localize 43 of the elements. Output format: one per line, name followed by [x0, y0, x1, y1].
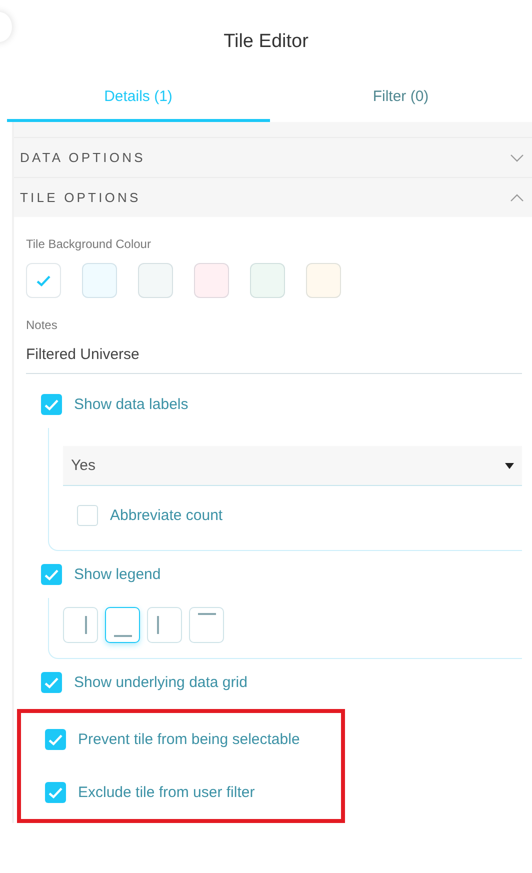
checkmark-icon — [44, 676, 59, 688]
dropdown-caret-icon — [505, 462, 514, 468]
section-header[interactable]: DATA OPTIONS — [14, 137, 532, 177]
legend-position-button[interactable] — [63, 607, 98, 643]
checkbox[interactable] — [41, 564, 62, 585]
colour-swatch[interactable] — [26, 263, 61, 298]
checkmark-icon — [44, 398, 59, 410]
checkmark-icon — [44, 568, 59, 580]
legend-position-button[interactable] — [105, 607, 140, 643]
checkmark-icon — [36, 274, 51, 286]
option-label: Show legend — [74, 566, 161, 583]
colour-swatch[interactable] — [194, 263, 229, 298]
field-label: Notes — [26, 318, 58, 332]
chevron-up-icon — [510, 194, 524, 202]
notes-field[interactable]: Filtered Universe — [26, 332, 522, 374]
legend-position-button[interactable] — [189, 607, 224, 643]
checkmark-icon — [48, 734, 63, 746]
colour-swatch[interactable] — [250, 263, 285, 298]
checkbox[interactable] — [41, 672, 62, 693]
option-label: Prevent tile from being selectable — [78, 731, 300, 748]
section-header[interactable]: TILE OPTIONS — [14, 177, 532, 217]
chevron-down-icon — [510, 154, 524, 162]
legend-position-button[interactable] — [147, 607, 182, 643]
option-label: Abbreviate count — [110, 507, 223, 524]
colour-swatch[interactable] — [138, 263, 173, 298]
field-label: Tile Background Colour — [26, 237, 152, 251]
tab[interactable]: Filter (0) — [270, 82, 532, 122]
option-label: Show underlying data grid — [74, 674, 248, 691]
checkmark-icon — [48, 786, 63, 798]
checkbox[interactable] — [45, 782, 66, 803]
checkbox[interactable] — [45, 729, 66, 750]
legend-line-icon — [157, 616, 159, 634]
legend-line-icon — [85, 616, 87, 634]
window-title: Tile Editor — [224, 31, 308, 53]
checkbox[interactable] — [77, 505, 98, 526]
checkbox[interactable] — [41, 394, 62, 415]
select-field[interactable]: Yes — [63, 446, 522, 486]
legend-line-icon — [114, 635, 132, 637]
option-label: Exclude tile from user filter — [78, 784, 255, 801]
colour-swatch[interactable] — [82, 263, 117, 298]
legend-line-icon — [198, 613, 216, 615]
colour-swatch[interactable] — [306, 263, 341, 298]
option-label: Show data labels — [74, 396, 188, 413]
